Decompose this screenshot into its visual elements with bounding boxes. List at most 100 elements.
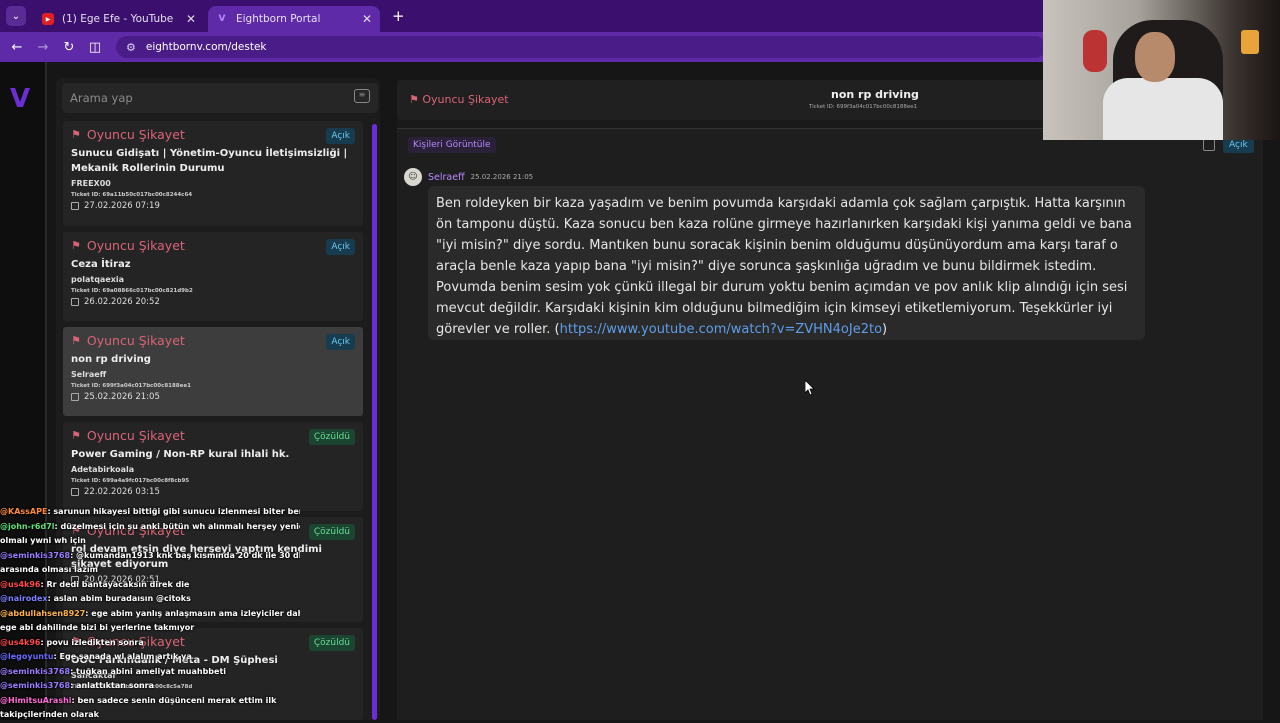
ticket-card[interactable]: ⚑ Oyuncu Şikayet Çözüldü Power Gaming / N…	[63, 422, 363, 511]
search-input[interactable]: Arama yap ≡	[62, 83, 378, 113]
ticket-card-selected[interactable]: ⚑ Oyuncu Şikayet Açık non rp driving Selr…	[63, 327, 363, 416]
avatar: ☺	[404, 168, 422, 186]
status-badge: Çözüldü	[308, 524, 355, 540]
chat-line: @us4k96: povu izledikten sonra	[0, 636, 300, 651]
chat-username: @nairodex	[0, 594, 48, 603]
message-header: ☺ Selraeff 25.02.2026 21:05	[404, 168, 533, 186]
ticket-id: Ticket ID: 69a08866c017bc00c821d9b2	[71, 288, 193, 294]
chat-line: @legoyuntu: Ege sanada wl alalım artık y…	[0, 650, 300, 665]
chat-username: @abdullahsen8927	[0, 608, 86, 618]
tab-search-dropdown-button[interactable]: ⌄	[6, 6, 26, 26]
ticket-subject: Power Gaming / Non-RP kural ihlali hk.	[71, 449, 290, 460]
detail-category-label: Oyuncu Şikayet	[422, 93, 509, 106]
message-text: Ben roldeyken bir kaza yaşadım ve benim …	[436, 196, 1132, 337]
chat-username: @us4k96	[0, 579, 41, 589]
calendar-icon	[71, 393, 79, 401]
status-badge: Çözüldü	[308, 429, 355, 445]
chat-message: arasında olması lazım	[0, 565, 98, 574]
ticket-subject: Ceza İtiraz	[71, 259, 131, 270]
chat-line: @seminkis3768: @kumandan1913 knk baş kıs…	[0, 549, 300, 564]
ticket-user: Adetabirkoala	[71, 465, 135, 474]
tab-title: (1) Ege Efe - YouTube	[62, 13, 174, 25]
ticket-card[interactable]: ⚑ Oyuncu Şikayet Açık Sunucu Gidişatı | Y…	[63, 121, 363, 226]
user-alert-icon: ⚑	[409, 93, 423, 106]
ticket-category: Oyuncu Şikayet	[86, 428, 185, 443]
calendar-icon	[71, 202, 79, 210]
ticket-list-scrollbar[interactable]	[372, 124, 377, 720]
forward-icon[interactable]: →	[30, 40, 56, 55]
search-placeholder: Arama yap	[70, 91, 133, 105]
ticket-category: Oyuncu Şikayet	[86, 127, 185, 142]
url-field[interactable]: ⚙ eightbornv.com/destek	[116, 36, 1046, 58]
chat-username: @seminkis3768	[0, 666, 71, 676]
chat-username: @KAssAPE	[0, 507, 48, 516]
url-text: eightbornv.com/destek	[145, 41, 267, 53]
ticket-id: Ticket ID: 699f3a04c017bc00c8188ee1	[71, 383, 191, 389]
chat-message: takipçilerinden olarak	[0, 710, 99, 719]
chat-line: @us4k96: Rr dedi bantayacaksın direk die	[0, 578, 300, 593]
chat-message: : sarunun hikayesi bittiği gibi sunucu i…	[47, 507, 300, 516]
user-alert-icon: ⚑	[71, 128, 81, 141]
chat-line: olmalı ywni wh için	[0, 534, 300, 549]
christmas-decor	[1083, 30, 1107, 72]
back-icon[interactable]: ←	[4, 40, 30, 55]
ticket-card[interactable]: ⚑ Oyuncu Şikayet Açık Ceza İtiraz polatqa…	[63, 232, 363, 321]
message-link[interactable]: https://www.youtube.com/watch?v=ZVHN4oJe…	[560, 322, 882, 337]
chat-message: : ege abim yanlış anlaşmasın ama izleyic…	[85, 608, 300, 618]
message-time: 25.02.2026 21:05	[470, 173, 534, 181]
eightborn-logo[interactable]: V	[10, 84, 30, 114]
detail-title: non rp driving	[831, 88, 919, 101]
chevron-down-icon: ⌄	[11, 10, 21, 22]
chat-message: olmalı ywni wh için	[0, 536, 86, 545]
new-tab-button[interactable]: +	[392, 7, 405, 25]
chat-message: : aslan abim buradaısın @citoks	[47, 594, 191, 603]
ticket-category: Oyuncu Şikayet	[86, 238, 185, 253]
close-icon[interactable]: ✕	[186, 12, 196, 26]
reload-icon[interactable]: ↻	[56, 40, 82, 55]
detail-ticket-id: Ticket ID: 699f3a04c017bc00c8188ee1	[809, 104, 918, 110]
site-info-icon[interactable]: ⚙	[126, 41, 136, 54]
chat-message: : @kumandan1913 knk baş kısmında 20 dk i…	[70, 550, 300, 560]
ticket-category: Oyuncu Şikayet	[86, 333, 185, 348]
message-bubble: Ben roldeyken bir kaza yaşadım ve benim …	[428, 186, 1145, 340]
browser-tab-eightborn[interactable]: V Eightborn Portal ✕	[208, 6, 380, 32]
split-view-icon[interactable]: ◫	[82, 40, 108, 55]
ticket-date: 22.02.2026 03:15	[84, 487, 160, 497]
mouse-cursor-icon	[805, 380, 815, 396]
chat-line: takipçilerinden olarak	[0, 708, 300, 723]
ticket-user: FREEX00	[71, 179, 111, 188]
chat-message: : Ege sanada wl alalım artık ya	[53, 652, 192, 661]
chat-line: @seminkis3768: anlattıktan sonra	[0, 679, 300, 694]
chat-message: : düzelmesi için şu anki bütün wh alınma…	[54, 521, 301, 531]
webcam-overlay	[1043, 0, 1280, 140]
browser-tab-youtube[interactable]: ▶ (1) Ege Efe - YouTube ✕	[34, 6, 204, 32]
chat-username: @john-r6d7l	[0, 521, 55, 531]
ticket-subject: Sunucu Gidişatı | Yönetim-Oyuncu İletişi…	[71, 148, 348, 174]
chat-line: @KAssAPE: sarunun hikayesi bittiği gibi …	[0, 505, 300, 520]
chat-username: @HimitsuArashi	[0, 695, 72, 705]
eightborn-icon: V	[218, 14, 226, 24]
status-badge: Açık	[326, 334, 355, 350]
tab-title: Eightborn Portal	[236, 13, 321, 25]
chat-username: @legoyuntu	[0, 652, 54, 661]
ticket-date: 25.02.2026 21:05	[84, 392, 160, 402]
chat-message: : tuğkan abini ameliyat muahbbeti	[70, 666, 227, 676]
chat-line: @abdullahsen8927: ege abim yanlış anlaşm…	[0, 607, 300, 622]
chat-message: : anlattıktan sonra	[70, 681, 154, 690]
message-author[interactable]: Selraeff	[428, 172, 465, 183]
ticket-date: 26.02.2026 20:52	[84, 297, 160, 307]
view-people-button[interactable]: Kişileri Görüntüle	[408, 137, 496, 153]
chat-line: arasında olması lazım	[0, 563, 300, 578]
chat-line: ege abi dahilinde bizi bi yerlerine takm…	[0, 621, 300, 636]
filter-icon[interactable]: ≡	[354, 89, 370, 103]
youtube-icon: ▶	[42, 13, 54, 25]
calendar-icon[interactable]	[1203, 139, 1215, 151]
chat-message: : povu izledikten sonra	[40, 637, 144, 647]
chat-line: @HimitsuArashi: ben sadece senin düşünce…	[0, 694, 300, 709]
stream-chat-overlay: @KAssAPE: sarunun hikayesi bittiği gibi …	[0, 505, 300, 720]
ticket-user: polatqaexia	[71, 275, 125, 284]
chat-username: @seminkis3768	[0, 550, 71, 560]
close-icon[interactable]: ✕	[362, 12, 372, 26]
ticket-subject: non rp driving	[71, 354, 151, 365]
user-alert-icon: ⚑	[71, 239, 81, 252]
